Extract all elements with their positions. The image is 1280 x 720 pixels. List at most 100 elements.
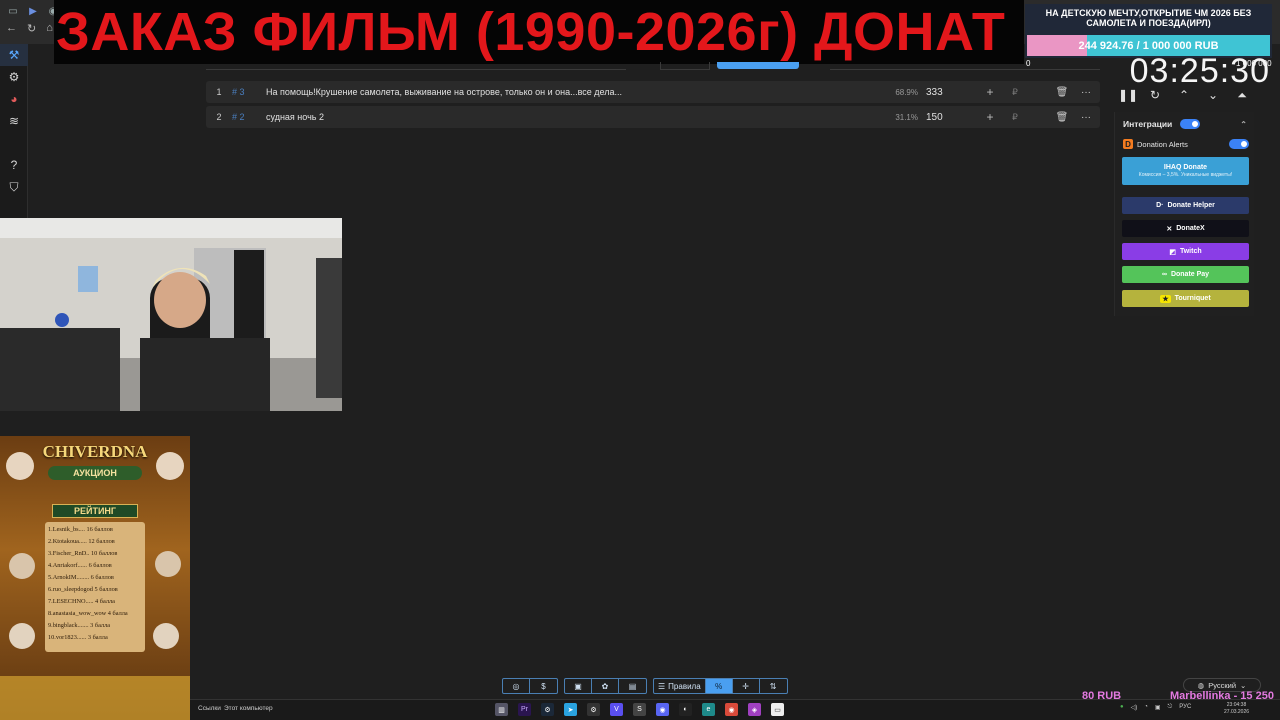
- webcam-feed: [0, 218, 342, 411]
- donate-helper-icon: D·: [1156, 202, 1164, 209]
- banner-title: ЗАКАЗ ФИЛЬМ (1990-2026г) ДОНАТ: [56, 2, 1006, 62]
- tourniquet-button[interactable]: ★ Tourniquet: [1122, 290, 1249, 307]
- windows-taskbar: Ссылки Этот компьютер ▥ Pr ⚙ ➤ ⚙ V S ◉ ◐…: [190, 699, 1280, 720]
- reset-icon[interactable]: ↻: [1147, 88, 1163, 103]
- integrations-toggle[interactable]: [1180, 119, 1201, 129]
- play-icon[interactable]: ▶: [26, 4, 40, 18]
- browser-app-icon[interactable]: ◈: [748, 703, 761, 716]
- home-icon[interactable]: ⌂: [46, 22, 53, 35]
- pie-chart-icon[interactable]: ◕: [0, 88, 28, 110]
- obs-icon[interactable]: ◐: [679, 703, 692, 716]
- lot-amount[interactable]: 150: [926, 112, 966, 123]
- telegram-icon[interactable]: ➤: [564, 703, 577, 716]
- collapse-icon[interactable]: ⌃: [1240, 120, 1247, 129]
- archive-icon[interactable]: ▤: [619, 679, 646, 693]
- app-sidebar: ⚒ ⚙ ◕ ≋ ? ⛉: [0, 44, 28, 218]
- wheel-icon[interactable]: ✿: [592, 679, 619, 693]
- donation-alerts-icon: D: [1123, 139, 1133, 149]
- toolbar-group-tools: ▣ ✿ ▤: [564, 678, 647, 694]
- taskbar-clock[interactable]: 23:04:38 27.03.2026: [1224, 702, 1249, 716]
- keyboard-lang[interactable]: РУС: [1179, 704, 1191, 711]
- settings-icon[interactable]: ⚙: [0, 66, 28, 88]
- premiere-icon[interactable]: Pr: [518, 703, 531, 716]
- system-tray: ● ◁) ◔ ▣ ⎋ РУС: [1120, 704, 1191, 711]
- rating-entry: 3.Fischer_RnD.. 10 баллов: [48, 550, 118, 557]
- hammer-icon[interactable]: ⚒: [0, 44, 28, 66]
- toolbar-group-view: ☰ Правила % ✛ ⇅: [653, 678, 788, 694]
- lot-row[interactable]: 1 # 3 На помощь!Крушение самолета, выжив…: [206, 81, 1100, 103]
- network-icon[interactable]: ●: [1120, 704, 1124, 711]
- donatex-button[interactable]: ✕ DonateX: [1122, 220, 1249, 237]
- toolbar-group-links: ◎ $: [502, 678, 558, 694]
- auction-rating-card: CHIVERDNA АУКЦИОН РЕЙТИНГ 1.Lesnik_bs...…: [0, 436, 190, 720]
- twitch-button[interactable]: ◩ Twitch: [1122, 243, 1249, 260]
- double-up-icon[interactable]: ⏶: [1234, 88, 1250, 103]
- settings-app-icon[interactable]: ⚙: [587, 703, 600, 716]
- donation-alerts-row: D Donation Alerts: [1123, 138, 1249, 150]
- tourniquet-icon: ★: [1160, 294, 1171, 303]
- search-input[interactable]: [830, 62, 1100, 70]
- rules-button[interactable]: ☰ Правила: [654, 679, 706, 693]
- edge-icon[interactable]: e: [702, 703, 715, 716]
- usb-icon[interactable]: ⎋: [1168, 704, 1173, 711]
- add-amount-icon[interactable]: +: [980, 85, 1000, 99]
- lot-percent: 68.9%: [895, 87, 918, 97]
- chrome-icon[interactable]: ◉: [725, 703, 738, 716]
- taskbar-this-pc[interactable]: Этот компьютер: [224, 705, 273, 712]
- layers-icon[interactable]: ≋: [0, 110, 28, 132]
- notes-icon[interactable]: ▭: [771, 703, 784, 716]
- donate-helper-button[interactable]: D· Donate Helper: [1122, 197, 1249, 214]
- donation-alerts-toggle[interactable]: [1229, 139, 1249, 149]
- sidebar-toggle-icon[interactable]: ▭: [6, 4, 20, 18]
- trash-icon[interactable]: 🗑: [1050, 87, 1074, 98]
- donate-pay-button[interactable]: ∞ Donate Pay: [1122, 266, 1249, 283]
- rating-entry: 6.ruo_sleepdogod 5 баллов: [48, 586, 118, 593]
- ihaq-donate-button[interactable]: IHAQ Donate Комиссия – 3,5%. Уникальные …: [1122, 157, 1249, 185]
- reload-icon[interactable]: ↻: [27, 22, 36, 35]
- app-icon[interactable]: S: [633, 703, 646, 716]
- dollar-icon[interactable]: $: [530, 679, 557, 693]
- rating-label: РЕЙТИНГ: [52, 504, 138, 518]
- lot-amount[interactable]: 333: [926, 87, 966, 98]
- chevron-up-icon[interactable]: ⌃: [1176, 88, 1192, 103]
- github-icon[interactable]: ◎: [503, 679, 530, 693]
- globe-icon: ◍: [1197, 680, 1205, 690]
- lot-input[interactable]: [206, 62, 626, 70]
- language-value: Русский: [1208, 680, 1237, 690]
- ihaq-label: IHAQ Donate: [1163, 164, 1208, 171]
- more-icon[interactable]: ···: [1074, 112, 1098, 123]
- add-amount-icon[interactable]: +: [980, 110, 1000, 124]
- tray-app-icon[interactable]: ▣: [1155, 704, 1161, 711]
- back-icon[interactable]: ←: [6, 22, 17, 35]
- currency-label: ₽: [1012, 111, 1018, 122]
- integrations-header: Интеграции ⌃: [1123, 118, 1247, 130]
- steam-icon[interactable]: ⚙: [541, 703, 554, 716]
- wifi-icon[interactable]: ◔: [1144, 704, 1148, 711]
- add-lot-button[interactable]: [717, 62, 799, 69]
- pause-icon[interactable]: ❚❚: [1118, 88, 1138, 103]
- donatex-label: DonateX: [1176, 225, 1205, 232]
- explorer-icon[interactable]: ▥: [495, 703, 508, 716]
- move-icon[interactable]: ✛: [733, 679, 760, 693]
- volume-icon[interactable]: ◁): [1131, 704, 1138, 711]
- more-icon[interactable]: ···: [1074, 87, 1098, 98]
- lot-index: 2: [216, 112, 222, 122]
- chevron-down-icon[interactable]: ⌄: [1205, 88, 1221, 103]
- donatex-icon: ✕: [1166, 225, 1173, 233]
- trash-icon[interactable]: 🗑: [1050, 112, 1074, 123]
- taskbar-links[interactable]: Ссылки: [198, 705, 221, 712]
- help-icon[interactable]: ?: [0, 154, 28, 176]
- lot-row[interactable]: 2 # 2 судная ночь 2 31.1% 150 + ₽ 🗑 ···: [206, 106, 1100, 128]
- save-icon[interactable]: ▣: [565, 679, 592, 693]
- amount-input[interactable]: [660, 62, 710, 70]
- shield-icon[interactable]: ⛉: [0, 176, 28, 198]
- vpn-icon[interactable]: V: [610, 703, 623, 716]
- discord-icon[interactable]: ◉: [656, 703, 669, 716]
- percent-button[interactable]: %: [705, 679, 733, 693]
- lot-name[interactable]: На помощь!Крушение самолета, выживание н…: [266, 87, 866, 97]
- lot-name[interactable]: судная ночь 2: [266, 112, 866, 122]
- donate-pay-label: Donate Pay: [1170, 271, 1210, 278]
- donation-goal: НА ДЕТСКУЮ МЕЧТУ,ОТКРЫТИЕ ЧМ 2026 БЕЗ СА…: [1025, 4, 1272, 58]
- sort-icon[interactable]: ⇅: [760, 679, 787, 693]
- twitch-label: Twitch: [1179, 248, 1202, 255]
